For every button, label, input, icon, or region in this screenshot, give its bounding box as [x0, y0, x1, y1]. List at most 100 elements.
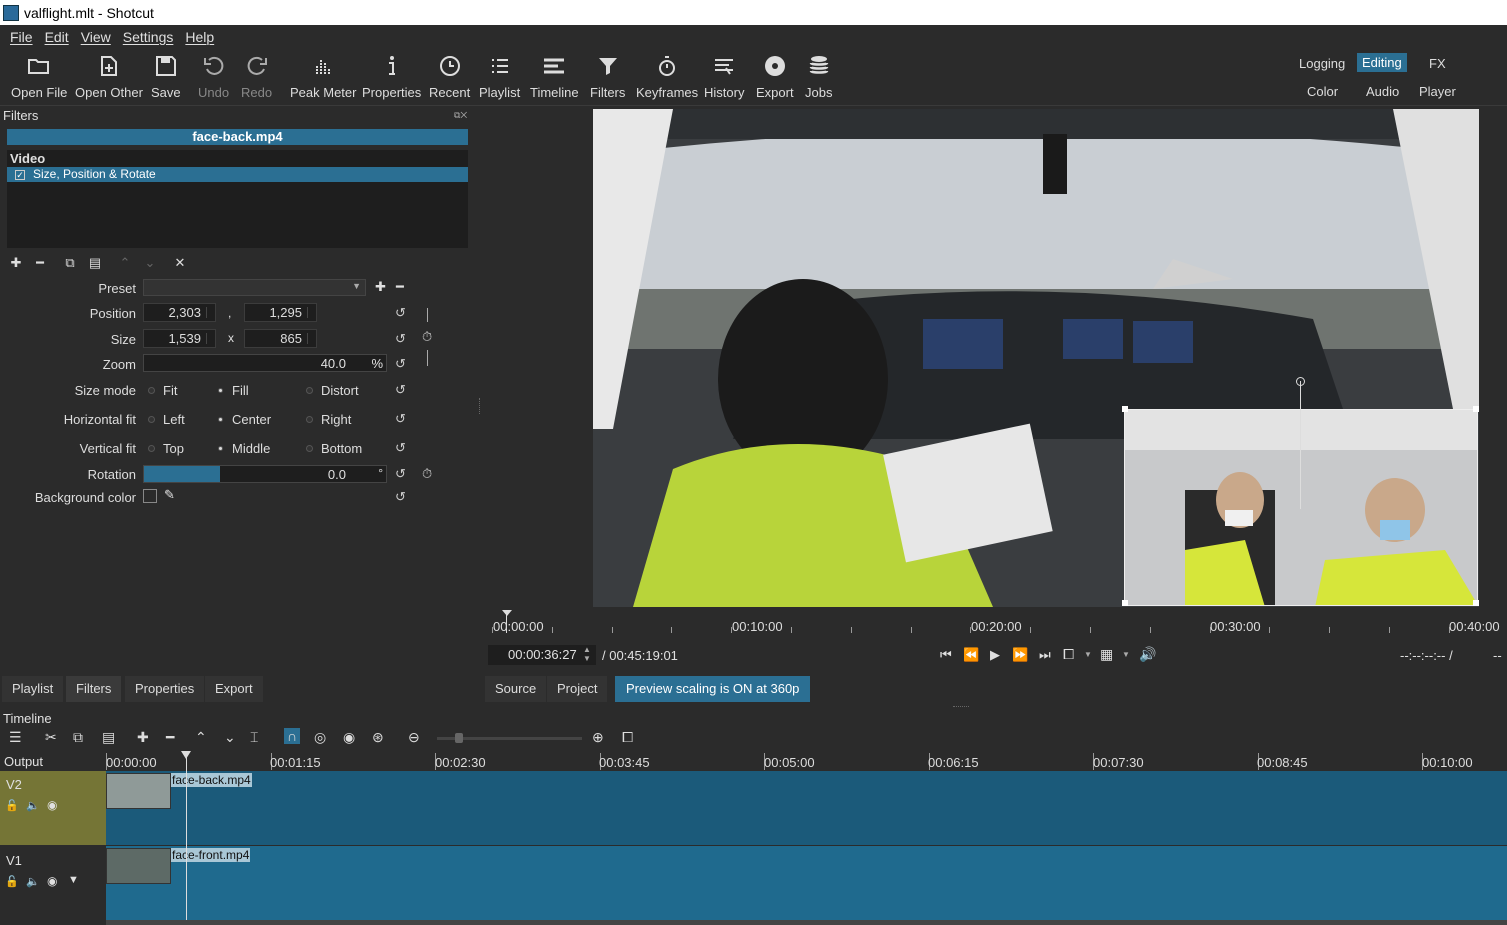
layout-color[interactable]: Color	[1302, 82, 1343, 101]
save-preset-icon[interactable]: ✚	[375, 279, 386, 295]
timeline-zoom-handle[interactable]	[455, 733, 463, 743]
layout-audio[interactable]: Audio	[1361, 82, 1404, 101]
tab-properties[interactable]: Properties	[125, 676, 205, 702]
recent-button[interactable]: Recent	[429, 54, 470, 100]
layout-logging[interactable]: Logging	[1294, 54, 1350, 73]
volume-icon[interactable]: 🔊	[1139, 646, 1156, 663]
eyedropper-icon[interactable]: ✎	[164, 487, 175, 503]
deselect-filter-icon[interactable]: ✕	[173, 256, 187, 270]
background-color-swatch[interactable]	[143, 489, 157, 503]
skip-previous-icon[interactable]: ⏮	[940, 647, 952, 663]
timeline-scrollbar[interactable]	[106, 920, 1507, 925]
resize-handle-tr[interactable]	[1473, 406, 1479, 412]
redo-button[interactable]: Redo	[241, 54, 272, 100]
scrub-icon[interactable]: ◎	[314, 729, 326, 746]
timeline-menu-icon[interactable]: ☰	[9, 729, 22, 746]
layout-editing[interactable]: Editing	[1357, 53, 1407, 72]
timeline-ruler[interactable]: 00:00:00 00:01:15 00:02:30 00:03:45 00:0…	[106, 751, 1507, 771]
lift-icon[interactable]: ⌃	[195, 729, 207, 746]
eye-icon[interactable]: ◉	[47, 874, 57, 888]
reset-size-icon[interactable]: ↺	[395, 331, 406, 347]
menu-file[interactable]: File	[10, 29, 33, 45]
preview-scaling-badge[interactable]: Preview scaling is ON at 360p	[615, 676, 811, 702]
grid-dropdown-icon[interactable]: ▼	[1122, 650, 1130, 659]
peak-meter-button[interactable]: Peak Meter	[290, 54, 356, 100]
move-up-icon[interactable]: ⌃	[118, 256, 132, 270]
rotation-keyframe-icon[interactable]: ⏱	[422, 466, 432, 482]
eye-icon[interactable]: ◉	[47, 798, 57, 812]
size-keyframe-icon[interactable]: ⏱	[422, 329, 432, 345]
timecode-spin-icon[interactable]: ▲ ▼	[583, 645, 591, 663]
mute-icon[interactable]: 🔈	[26, 875, 40, 888]
zoom-dropdown-icon[interactable]: ▼	[1084, 650, 1092, 659]
resize-handle-tl[interactable]	[1122, 406, 1128, 412]
timeline-button[interactable]: Timeline	[530, 54, 579, 100]
copy-icon[interactable]: ⧉	[73, 729, 83, 746]
history-button[interactable]: History	[704, 54, 744, 100]
filter-item-size-position-rotate[interactable]: ✓ Size, Position & Rotate	[7, 167, 468, 182]
fast-forward-icon[interactable]: ⏩	[1012, 647, 1028, 663]
reset-rotation-icon[interactable]: ↺	[395, 466, 406, 482]
copy-filter-icon[interactable]: ⧉	[63, 256, 77, 270]
rewind-icon[interactable]: ⏪	[963, 647, 979, 663]
export-button[interactable]: Export	[756, 54, 794, 100]
zoom-slider[interactable]: 40.0 %	[143, 354, 387, 372]
menu-settings[interactable]: Settings	[123, 29, 174, 45]
menu-view[interactable]: View	[81, 29, 111, 45]
reset-hfit-icon[interactable]: ↺	[395, 411, 406, 427]
track-header-v1[interactable]: V1 🔓 🔈 ◉ ▼	[0, 847, 106, 921]
track-header-v2[interactable]: V2 🔓 🔈 ◉	[0, 771, 106, 845]
overwrite-icon[interactable]: ⌄	[224, 729, 236, 746]
timeline-zoom-slider[interactable]	[437, 733, 582, 743]
menu-edit[interactable]: Edit	[45, 29, 69, 45]
reset-position-icon[interactable]: ↺	[395, 305, 406, 321]
player-playhead-marker[interactable]	[502, 610, 512, 616]
jobs-button[interactable]: Jobs	[805, 54, 832, 100]
player-ruler[interactable]: 00:00:00 00:10:00 00:20:00 00:30:00 00:4…	[490, 610, 1507, 635]
reset-vfit-icon[interactable]: ↺	[395, 440, 406, 456]
properties-button[interactable]: Properties	[362, 54, 421, 100]
filters-button[interactable]: Filters	[590, 54, 625, 100]
ripple-all-icon[interactable]: ⊛	[372, 729, 384, 746]
ripple-delete-icon[interactable]: ━	[166, 729, 174, 746]
clip-face-back[interactable]: face-back.mp4	[106, 771, 1507, 845]
ripple-icon[interactable]: ◉	[343, 729, 355, 746]
reset-bgcolor-icon[interactable]: ↺	[395, 489, 406, 505]
append-icon[interactable]: ✚	[137, 729, 149, 746]
playlist-button[interactable]: Playlist	[479, 54, 520, 100]
panel-float-close-icon[interactable]: ⧉✕	[454, 110, 467, 121]
position-x-input[interactable]: 2,303	[143, 303, 216, 322]
vfit-middle-radio[interactable]: Middle	[217, 441, 270, 456]
rotation-slider[interactable]: 0.0 °	[143, 465, 387, 483]
remove-filter-icon[interactable]: ━	[33, 256, 47, 270]
splitter-handle[interactable]	[479, 398, 481, 414]
undo-button[interactable]: Undo	[198, 54, 229, 100]
hfit-left-radio[interactable]: Left	[148, 412, 185, 427]
vfit-top-radio[interactable]: Top	[148, 441, 184, 456]
dock-splitter[interactable]	[953, 706, 969, 707]
save-button[interactable]: Save	[151, 54, 181, 100]
reset-zoom-icon[interactable]: ↺	[395, 356, 406, 372]
tab-playlist[interactable]: Playlist	[2, 676, 64, 702]
hfit-right-radio[interactable]: Right	[306, 412, 351, 427]
size-mode-distort-radio[interactable]: Distort	[306, 383, 359, 398]
resize-handle-bl[interactable]	[1122, 600, 1128, 606]
keyframes-button[interactable]: Keyframes	[636, 54, 698, 100]
layout-fx[interactable]: FX	[1424, 54, 1451, 73]
preset-select[interactable]: ▼	[143, 279, 366, 296]
rotation-handle[interactable]	[1296, 377, 1305, 386]
size-mode-fit-radio[interactable]: Fit	[148, 383, 177, 398]
move-down-icon[interactable]: ⌄	[143, 256, 157, 270]
layout-player[interactable]: Player	[1414, 82, 1461, 101]
paste-filter-icon[interactable]: ▤	[88, 256, 102, 270]
tab-source[interactable]: Source	[485, 676, 547, 702]
zoom-out-icon[interactable]: ⊖	[408, 729, 420, 746]
timeline-playhead-marker[interactable]	[181, 751, 191, 759]
tab-filters[interactable]: Filters	[66, 676, 122, 702]
zoom-fit-icon[interactable]: ⧠	[1063, 646, 1074, 663]
position-y-input[interactable]: 1,295	[244, 303, 317, 322]
play-icon[interactable]: ▶	[990, 647, 1000, 663]
hfit-center-radio[interactable]: Center	[217, 412, 271, 427]
size-width-input[interactable]: 1,539	[143, 329, 216, 348]
snap-icon[interactable]: ∩	[284, 728, 301, 744]
